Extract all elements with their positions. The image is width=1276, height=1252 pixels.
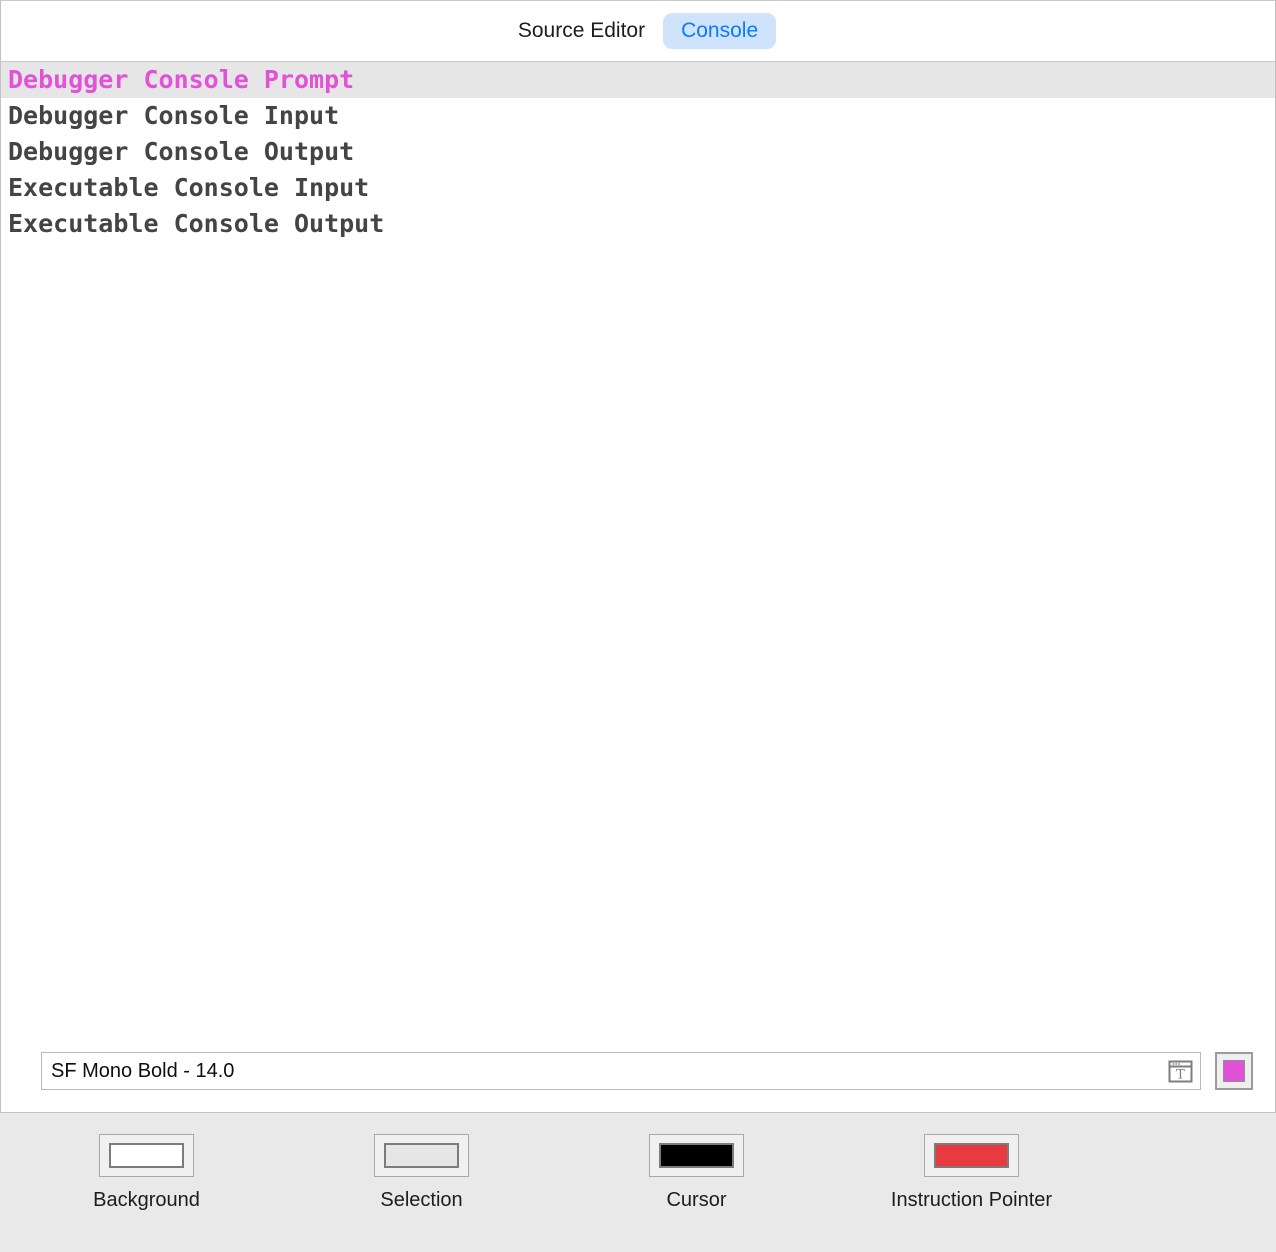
swatch-group-cursor: Cursor	[559, 1134, 834, 1212]
text-color-well[interactable]	[1215, 1052, 1253, 1090]
color-swatch-toolbar: Background Selection Cursor Instruction …	[0, 1112, 1276, 1252]
background-color-well[interactable]	[99, 1134, 194, 1177]
font-panel-icon[interactable]: T	[1168, 1059, 1193, 1084]
list-item-debugger-console-prompt[interactable]: Debugger Console Prompt	[1, 62, 1275, 98]
cursor-label: Cursor	[666, 1189, 727, 1211]
svg-text:T: T	[1176, 1067, 1185, 1082]
swatch-group-selection: Selection	[284, 1134, 559, 1212]
font-controls-row: SF Mono Bold - 14.0 T	[41, 1052, 1253, 1090]
list-item-debugger-console-output[interactable]: Debugger Console Output	[1, 134, 1275, 170]
instruction-pointer-color-well[interactable]	[924, 1134, 1019, 1177]
tab-console[interactable]: Console	[663, 13, 777, 49]
selection-color-chip	[384, 1143, 459, 1168]
list-item-executable-console-input[interactable]: Executable Console Input	[1, 170, 1275, 206]
font-field[interactable]: SF Mono Bold - 14.0 T	[41, 1052, 1201, 1090]
swatch-group-instruction-pointer: Instruction Pointer	[834, 1134, 1109, 1212]
selection-color-well[interactable]	[374, 1134, 469, 1177]
tab-source-editor[interactable]: Source Editor	[500, 13, 663, 49]
preferences-window: Source Editor Console Debugger Console P…	[0, 0, 1276, 1252]
list-item-debugger-console-input[interactable]: Debugger Console Input	[1, 98, 1275, 134]
swatch-group-background: Background	[9, 1134, 284, 1212]
text-color-chip	[1223, 1060, 1245, 1082]
background-label: Background	[93, 1189, 200, 1211]
background-color-chip	[109, 1143, 184, 1168]
list-item-executable-console-output[interactable]: Executable Console Output	[1, 206, 1275, 242]
instruction-pointer-color-chip	[934, 1143, 1009, 1168]
console-style-list[interactable]: Debugger Console Prompt Debugger Console…	[1, 62, 1275, 1112]
font-field-value: SF Mono Bold - 14.0	[51, 1059, 235, 1082]
console-theme-panel: Source Editor Console Debugger Console P…	[0, 0, 1276, 1112]
cursor-color-well[interactable]	[649, 1134, 744, 1177]
cursor-color-chip	[659, 1143, 734, 1168]
instruction-pointer-label: Instruction Pointer	[890, 1189, 1053, 1211]
tab-bar: Source Editor Console	[1, 1, 1275, 62]
selection-label: Selection	[380, 1189, 463, 1211]
